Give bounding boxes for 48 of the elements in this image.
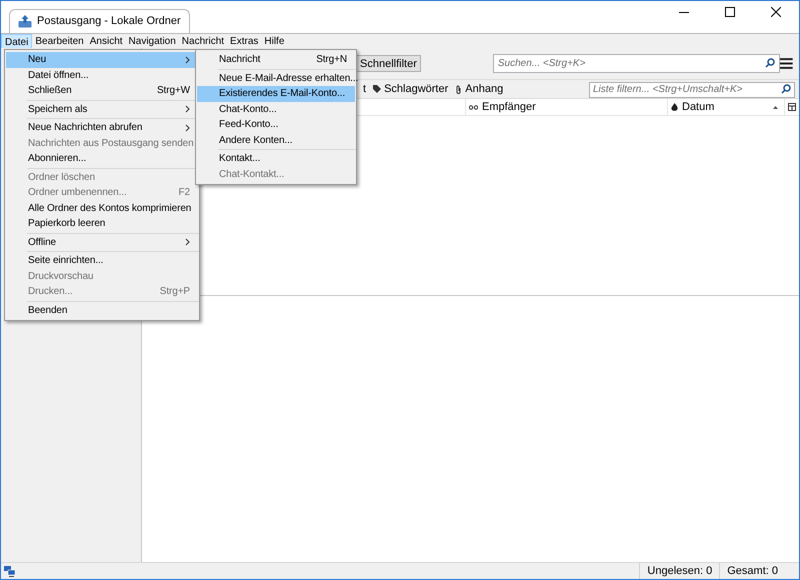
menu-item[interactable]: Neue Nachrichten abrufen	[6, 120, 198, 136]
tags-filter-button[interactable]: Schlagwörter	[373, 80, 448, 98]
menu-bar-item[interactable]: Datei	[1, 34, 32, 48]
menu-item[interactable]: Neu	[6, 52, 198, 68]
menu-item[interactable]: Seite einrichten...	[6, 253, 198, 268]
menu-bar-item[interactable]: Bearbeiten	[32, 34, 87, 48]
menu-item[interactable]: Feed-Konto...	[197, 117, 355, 132]
menu-item[interactable]: Chat-Konto...	[197, 102, 355, 117]
menu-bar-item[interactable]: Extras	[227, 34, 262, 48]
menu-item[interactable]: Abonnieren...	[6, 151, 198, 166]
total-count: Gesamt: 0	[719, 562, 785, 579]
outbox-icon	[18, 15, 32, 28]
menu-item[interactable]: Kontakt...	[197, 151, 355, 166]
close-icon[interactable]	[771, 7, 781, 17]
tab-title: Postausgang - Lokale Ordner	[37, 14, 181, 30]
menu-item[interactable]: Beenden	[6, 302, 198, 318]
menu-item[interactable]: Nachricht Strg+N	[197, 52, 355, 68]
tag-icon	[373, 85, 382, 93]
menu-item[interactable]: Offline	[6, 234, 198, 250]
filter-label: t	[363, 82, 366, 97]
column-header[interactable]: Datum	[668, 99, 785, 115]
menu-item[interactable]: Datei öffnen...	[6, 68, 198, 83]
network-icon[interactable]	[4, 566, 15, 576]
sort-caret-icon	[773, 106, 778, 108]
filter-field[interactable]: Liste filtern... <Strg+Umschalt+K>	[589, 82, 795, 98]
window-tab[interactable]: Postausgang - Lokale Ordner	[9, 9, 190, 33]
menu-item[interactable]: Existierendes E-Mail-Konto...	[197, 86, 355, 102]
search-icon	[781, 84, 791, 94]
menu-bar-item[interactable]: Ansicht	[86, 34, 126, 48]
search-field[interactable]: Suchen... <Strg+K>	[492, 54, 780, 73]
menu-bar-item[interactable]: Nachricht	[178, 34, 228, 48]
attachment-filter-button[interactable]: Anhang	[455, 80, 504, 98]
menu-bar-item[interactable]: Hilfe	[261, 34, 288, 48]
menu-item[interactable]: Andere Konten...	[197, 132, 355, 148]
unread-count: Ungelesen: 0	[639, 562, 720, 579]
menu-icon[interactable]	[780, 58, 793, 69]
quick-filter-button[interactable]: Schnellfilter	[356, 55, 421, 72]
menu-item[interactable]: Neue E-Mail-Adresse erhalten...	[197, 70, 355, 86]
maximize-icon[interactable]	[725, 7, 735, 17]
menu-item[interactable]: Alle Ordner des Kontos komprimieren	[6, 200, 198, 216]
column-header[interactable]: Empfänger	[466, 99, 668, 115]
menu-bar-item[interactable]: Navigation	[126, 34, 179, 48]
search-icon	[765, 58, 776, 68]
menu-item[interactable]: Schließen Strg+W	[6, 83, 198, 98]
menu-item[interactable]: Speichern als	[6, 102, 198, 117]
column-picker-icon[interactable]	[788, 103, 796, 111]
menu-item[interactable]: Papierkorb leeren	[6, 216, 198, 232]
paperclip-icon	[455, 84, 462, 94]
